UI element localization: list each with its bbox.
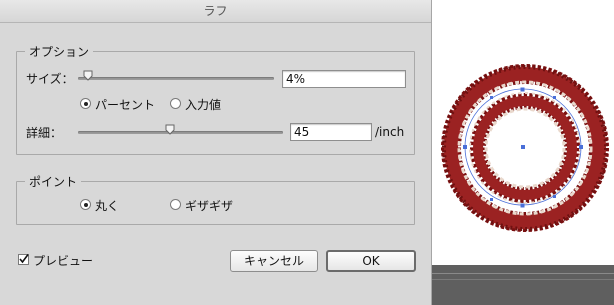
roughen-dialog: ラフ オプション サイズ： 4% パーセント 入力値 詳細： 45 /inch … [0,0,432,305]
detail-input[interactable]: 45 [290,123,372,141]
size-label: サイズ： [26,72,74,86]
detail-label: 詳細： [26,126,63,140]
detail-unit: /inch [375,125,405,139]
smooth-radio-label[interactable]: 丸く [95,197,119,214]
detail-slider[interactable] [78,131,283,134]
radio-dot-icon [83,101,88,106]
radio-dot-icon [83,202,88,207]
detail-slider-thumb[interactable] [165,124,175,135]
corner-radio[interactable] [170,199,181,210]
smooth-radio[interactable] [80,199,91,210]
ok-button[interactable]: OK [326,250,416,272]
preview-label[interactable]: プレビュー [33,252,93,269]
size-slider-thumb[interactable] [83,70,93,81]
canvas-scroll-area [432,265,614,305]
checkmark-icon [19,254,29,264]
options-legend: オプション [25,43,94,60]
roughened-ring-artwork[interactable] [440,62,614,237]
percent-radio-label[interactable]: パーセント [95,96,155,113]
points-legend: ポイント [25,173,82,190]
corner-radio-label[interactable]: ギザギザ [185,197,233,214]
dialog-title: ラフ [0,0,431,23]
absolute-radio[interactable] [170,98,181,109]
percent-radio[interactable] [80,98,91,109]
absolute-radio-label[interactable]: 入力値 [185,96,221,113]
size-input[interactable]: 4% [282,70,406,88]
preview-checkbox[interactable] [18,254,29,265]
cancel-button[interactable]: キャンセル [230,250,318,272]
size-slider[interactable] [78,77,274,80]
